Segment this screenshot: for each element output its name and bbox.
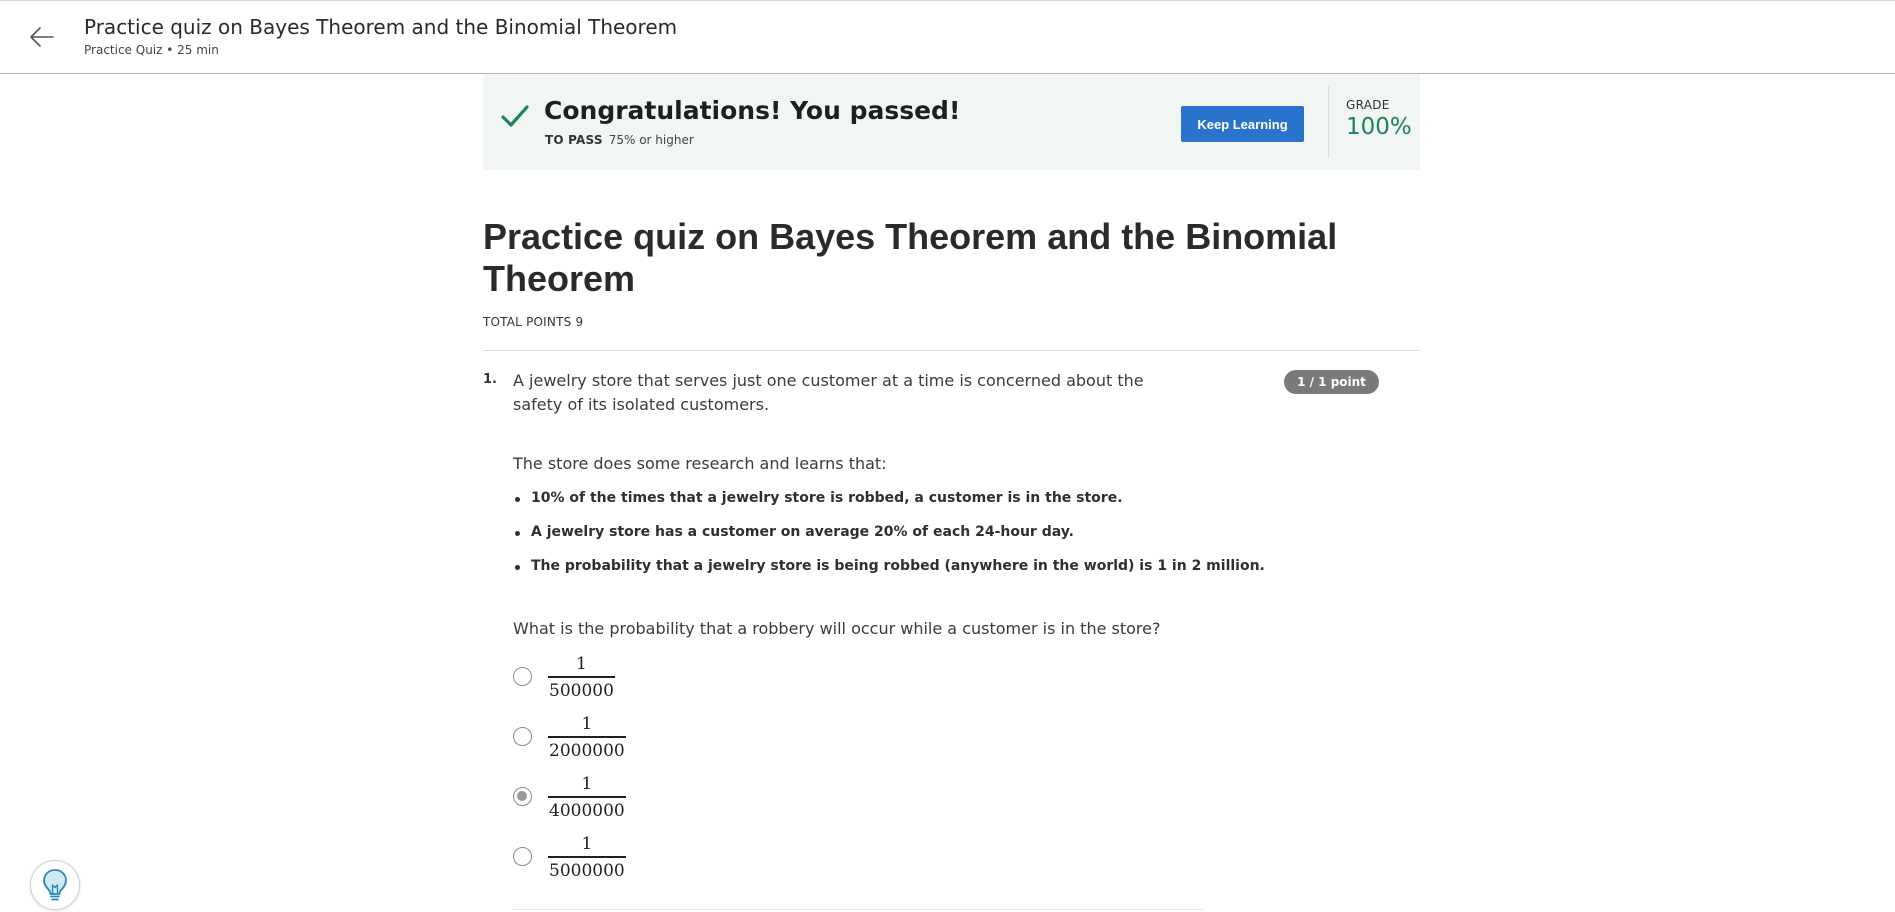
- question-text: A jewelry store that serves just one cus…: [513, 371, 1144, 414]
- radio-button-selected[interactable]: [513, 787, 532, 806]
- question-bottom-divider: [513, 909, 1203, 910]
- checkmark-icon: [501, 105, 529, 127]
- quiz-title: Practice quiz on Bayes Theorem and the B…: [483, 216, 1338, 299]
- radio-button[interactable]: [513, 667, 532, 686]
- fraction-numerator: 1: [581, 774, 593, 794]
- banner-divider: [1328, 86, 1329, 158]
- answer-option-3[interactable]: 1 4000000: [513, 774, 713, 829]
- lightbulb-icon: [43, 869, 67, 901]
- fraction-denominator: 500000: [549, 680, 614, 701]
- to-pass-value: 75% or higher: [608, 133, 694, 147]
- question-number: 1.: [483, 372, 497, 387]
- question-prompt: What is the probability that a robbery w…: [513, 619, 1161, 638]
- keep-learning-button[interactable]: Keep Learning: [1181, 106, 1304, 142]
- fraction-bar: [548, 856, 626, 858]
- arrow-left-icon: [30, 27, 54, 47]
- back-button[interactable]: [24, 19, 60, 55]
- radio-button[interactable]: [513, 847, 532, 866]
- fraction: 1 2000000: [548, 713, 626, 762]
- fraction-numerator: 1: [576, 654, 587, 674]
- answer-option-4[interactable]: 1 5000000: [513, 834, 713, 889]
- header-title: Practice quiz on Bayes Theorem and the B…: [84, 15, 678, 39]
- help-button[interactable]: [30, 860, 80, 910]
- list-item: 10% of the times that a jewelry store is…: [513, 490, 1265, 524]
- list-item: A jewelry store has a customer on averag…: [513, 524, 1265, 558]
- to-pass-info: TO PASS 75% or higher: [545, 133, 694, 147]
- answer-option-2[interactable]: 1 2000000: [513, 714, 713, 769]
- fraction-denominator: 2000000: [549, 740, 625, 761]
- fraction-bar: [548, 676, 615, 678]
- fraction: 1 4000000: [548, 773, 626, 822]
- fraction: 1 500000: [548, 653, 615, 702]
- fraction-denominator: 5000000: [549, 860, 625, 881]
- fraction-bar: [548, 796, 626, 798]
- fraction-numerator: 1: [581, 714, 593, 734]
- grade-value: 100%: [1346, 114, 1412, 140]
- list-item: The probability that a jewelry store is …: [513, 558, 1265, 592]
- radio-button[interactable]: [513, 727, 532, 746]
- fraction-bar: [548, 736, 626, 738]
- grade-label: GRADE: [1346, 98, 1390, 112]
- header-subtitle: Practice Quiz • 25 min: [84, 43, 219, 57]
- question-research-intro: The store does some research and learns …: [513, 454, 887, 473]
- to-pass-label: TO PASS: [545, 133, 603, 147]
- fraction-denominator: 4000000: [549, 800, 625, 821]
- fraction: 1 5000000: [548, 833, 626, 882]
- section-divider: [483, 350, 1420, 351]
- pass-message: Congratulations! You passed!: [544, 96, 961, 125]
- points-badge: 1 / 1 point: [1284, 370, 1379, 394]
- pass-banner: Congratulations! You passed! TO PASS 75% …: [483, 74, 1420, 170]
- fraction-numerator: 1: [581, 834, 593, 854]
- answer-option-1[interactable]: 1 500000: [513, 654, 713, 709]
- facts-list: 10% of the times that a jewelry store is…: [513, 490, 1265, 592]
- top-header: Practice quiz on Bayes Theorem and the B…: [0, 0, 1895, 74]
- total-points: TOTAL POINTS 9: [483, 315, 584, 329]
